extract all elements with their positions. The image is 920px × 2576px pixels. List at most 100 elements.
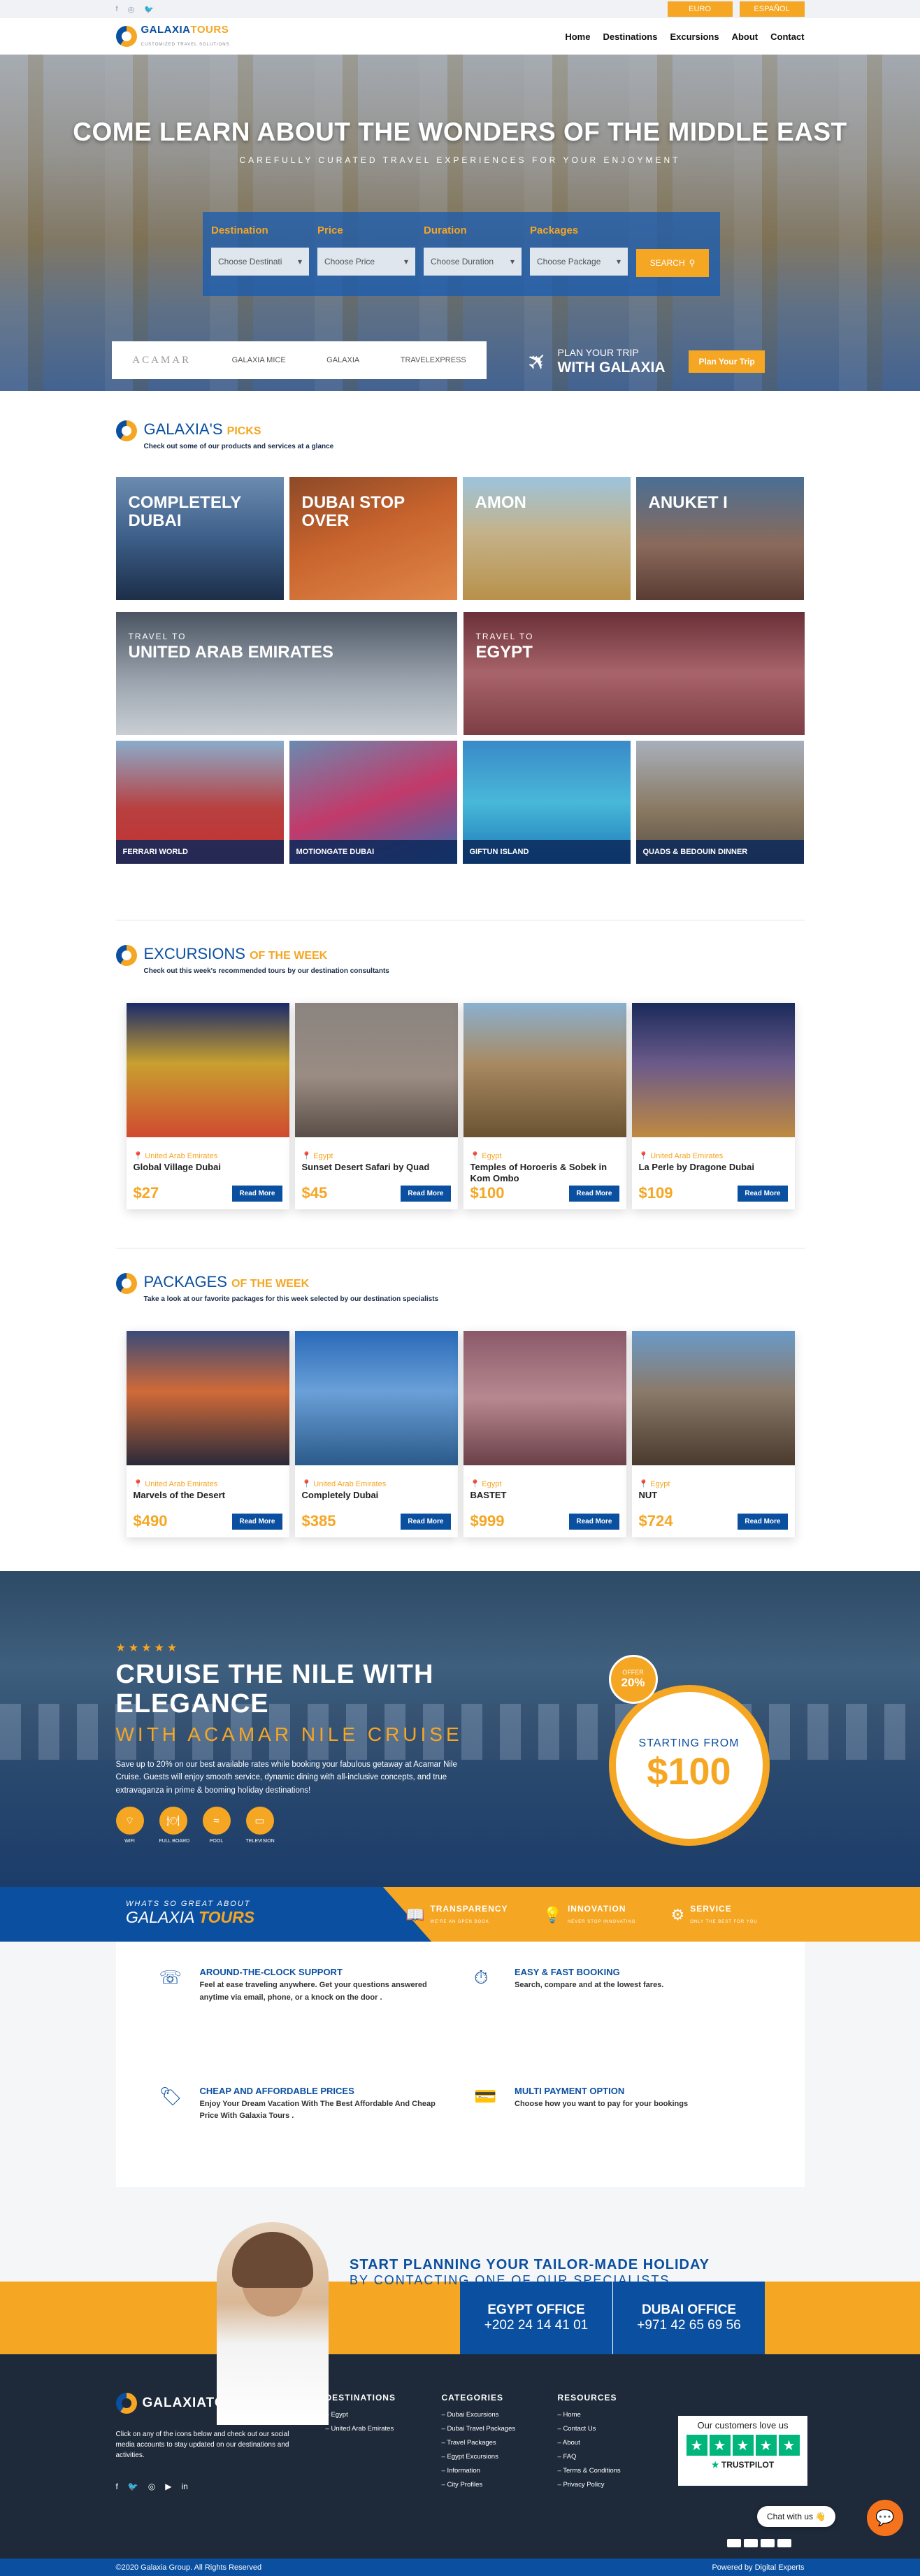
footer-link[interactable]: Information — [442, 2467, 558, 2475]
facebook-icon[interactable]: f — [116, 5, 118, 14]
footer-link[interactable]: Terms & Conditions — [558, 2467, 674, 2475]
starting-price: STARTING FROM $100 — [608, 1685, 770, 1846]
pick-tile[interactable]: DUBAI STOP OVER — [289, 477, 457, 600]
excursion-card[interactable]: 📍 United Arab Emirates La Perle by Drago… — [631, 1003, 795, 1209]
read-more-button[interactable]: Read More — [232, 1185, 282, 1202]
package-card[interactable]: 📍 United Arab Emirates Marvels of the De… — [126, 1331, 289, 1537]
footer-link[interactable]: FAQ — [558, 2453, 674, 2461]
duration-select[interactable]: Choose Duration ▾ — [424, 248, 522, 276]
linkedin-icon[interactable]: in — [182, 2482, 188, 2491]
footer-link[interactable]: Contact Us — [558, 2425, 674, 2433]
footer-link[interactable]: Dubai Excursions — [442, 2411, 558, 2419]
office-egypt[interactable]: EGYPT OFFICE +202 24 14 41 01 — [460, 2282, 612, 2354]
bulb-icon: 💡 — [542, 1906, 562, 1923]
search-form: Destination Choose Destinati ▾ Price Choo… — [203, 212, 720, 296]
footer-link[interactable]: City Profiles — [442, 2481, 558, 2489]
read-more-button[interactable]: Read More — [401, 1185, 451, 1202]
footer-link[interactable]: Egypt Excursions — [442, 2453, 558, 2461]
chat-bubble[interactable]: Chat with us 👋 — [757, 2506, 836, 2527]
instagram-icon[interactable]: ◎ — [148, 2482, 155, 2491]
read-more-button[interactable]: Read More — [232, 1513, 282, 1530]
footer-link[interactable]: Privacy Policy — [558, 2481, 674, 2489]
instagram-icon[interactable]: ◎ — [128, 5, 135, 14]
nav-destinations[interactable]: Destinations — [603, 31, 657, 42]
twitter-icon[interactable]: 🐦 — [128, 2482, 138, 2491]
partner-logo[interactable]: GALAXIA MICE — [232, 356, 286, 364]
excursion-card[interactable]: 📍 Egypt Temples of Horoeris & Sobek in K… — [463, 1003, 626, 1209]
feature-item: ☏ AROUND-THE-CLOCK SUPPORT Feel at ease t… — [159, 1967, 447, 2044]
packages-select[interactable]: Choose Package ▾ — [530, 248, 628, 276]
package-card[interactable]: 📍 Egypt BASTET $999 Read More — [463, 1331, 626, 1537]
footer-resources: RESOURCES Home Contact Us About FAQ Term… — [558, 2393, 674, 2495]
footer-link[interactable]: Home — [558, 2411, 674, 2419]
partner-logo[interactable]: GALAXIA — [326, 356, 359, 364]
card-price: $490 — [133, 1512, 168, 1530]
amenity-label: FULL BOARD — [159, 1839, 190, 1844]
search-button[interactable]: SEARCH ⚲ — [636, 249, 709, 277]
plan-trip-button[interactable]: Plan Your Trip — [689, 350, 765, 373]
location-pin-icon: 📍 — [301, 1152, 312, 1160]
price-label: Price — [317, 225, 343, 236]
destination-select[interactable]: Choose Destinati ▾ — [211, 248, 309, 276]
read-more-button[interactable]: Read More — [569, 1185, 619, 1202]
footer-link[interactable]: Travel Packages — [442, 2439, 558, 2447]
package-card[interactable]: 📍 United Arab Emirates Completely Dubai … — [294, 1331, 458, 1537]
values-band: WHATS SO GREAT ABOUT GALAXIA TOURS 📖 TRA… — [0, 1887, 920, 1942]
band-small-text: WHATS SO GREAT ABOUT — [126, 1900, 251, 1908]
attraction-tile[interactable]: QUADS & BEDOUIN DINNER — [635, 741, 804, 864]
trustpilot-widget[interactable]: Our customers love us ★ ★ ★ ★ ★ ★ TRUSTP… — [678, 2416, 807, 2486]
price-select[interactable]: Choose Price ▾ — [317, 248, 415, 276]
logo-tagline: CUSTOMIZED TRAVEL SOLUTIONS — [141, 43, 230, 47]
language-button[interactable]: ESPAÑOL — [739, 1, 805, 17]
footer-link[interactable]: United Arab Emirates — [326, 2425, 442, 2433]
powered-by[interactable]: Powered by Digital Experts — [712, 2563, 804, 2572]
chat-icon[interactable]: 💬 — [867, 2500, 903, 2536]
attraction-tile[interactable]: MOTIONGATE DUBAI — [289, 741, 457, 864]
pick-tile[interactable]: ANUKET I — [635, 477, 804, 600]
packages-section: PACKAGES OF THE WEEK Take a look at our … — [115, 1248, 805, 1537]
footer-categories: CATEGORIES Dubai Excursions Dubai Travel… — [442, 2393, 558, 2495]
trust-stars: ★ ★ ★ ★ ★ — [678, 2435, 807, 2456]
amenity-label: WIFI — [124, 1839, 135, 1844]
copyright-text: ©2020 Galaxia Group. All Rights Reserved — [115, 2563, 262, 2572]
nav-contact[interactable]: Contact — [770, 31, 804, 42]
excursion-card[interactable]: 📍 Egypt Sunset Desert Safari by Quad $45… — [294, 1003, 458, 1209]
picks-title: GALAXIA'S PICKS — [143, 420, 261, 438]
read-more-button[interactable]: Read More — [738, 1185, 788, 1202]
office-dubai[interactable]: DUBAI OFFICE +971 42 65 69 56 — [612, 2282, 765, 2354]
header: GALAXIATOURS CUSTOMIZED TRAVEL SOLUTIONS… — [0, 18, 920, 55]
offer-badge: OFFER 20% — [608, 1655, 658, 1704]
pick-tile[interactable]: AMON — [462, 477, 631, 600]
plan-trip-line2: WITH GALAXIA — [557, 359, 666, 376]
destination-tile-egypt[interactable]: TRAVEL TO EGYPT — [463, 612, 805, 735]
payment-cards — [727, 2539, 791, 2547]
nav-excursions[interactable]: Excursions — [670, 31, 719, 42]
twitter-icon[interactable]: 🐦 — [144, 5, 154, 14]
cruise-promo: ★★★★★ CRUISE THE NILE WITH ELEGANCE WITH… — [0, 1571, 920, 1887]
read-more-button[interactable]: Read More — [569, 1513, 619, 1530]
read-more-button[interactable]: Read More — [401, 1513, 451, 1530]
facebook-icon[interactable]: f — [116, 2482, 118, 2491]
read-more-button[interactable]: Read More — [738, 1513, 788, 1530]
youtube-icon[interactable]: ▶ — [165, 2482, 171, 2491]
excursion-card[interactable]: 📍 United Arab Emirates Global Village Du… — [126, 1003, 289, 1209]
attraction-tile[interactable]: FERRARI WORLD — [115, 741, 284, 864]
footer-link[interactable]: Egypt — [326, 2411, 442, 2419]
destination-tile-uae[interactable]: TRAVEL TO UNITED ARAB EMIRATES — [115, 612, 457, 735]
attraction-tile[interactable]: GIFTUN ISLAND — [462, 741, 631, 864]
nav-about[interactable]: About — [732, 31, 759, 42]
pick-tile[interactable]: COMPLETELY DUBAI — [115, 477, 284, 600]
currency-button[interactable]: EURO — [667, 1, 733, 17]
hero-subtitle: CAREFULLY CURATED TRAVEL EXPERIENCES FOR… — [239, 155, 681, 165]
partner-logo[interactable]: TRAVELEXPRESS — [401, 356, 466, 364]
partner-logo[interactable]: ACAMAR — [132, 355, 191, 367]
value-innovation: 💡 INNOVATION NEVER STOP INNOVATING — [542, 1904, 636, 1924]
packages-description: Take a look at our favorite packages for… — [143, 1295, 439, 1303]
footer-link[interactable]: About — [558, 2439, 674, 2447]
site-logo[interactable]: GALAXIATOURS CUSTOMIZED TRAVEL SOLUTIONS — [115, 24, 230, 49]
footer-link[interactable]: Dubai Travel Packages — [442, 2425, 558, 2433]
nav-home[interactable]: Home — [565, 31, 590, 42]
package-card[interactable]: 📍 Egypt NUT $724 Read More — [631, 1331, 795, 1537]
location-pin-icon: 📍 — [133, 1152, 143, 1160]
timer-icon: ⏱ — [474, 1967, 489, 1988]
